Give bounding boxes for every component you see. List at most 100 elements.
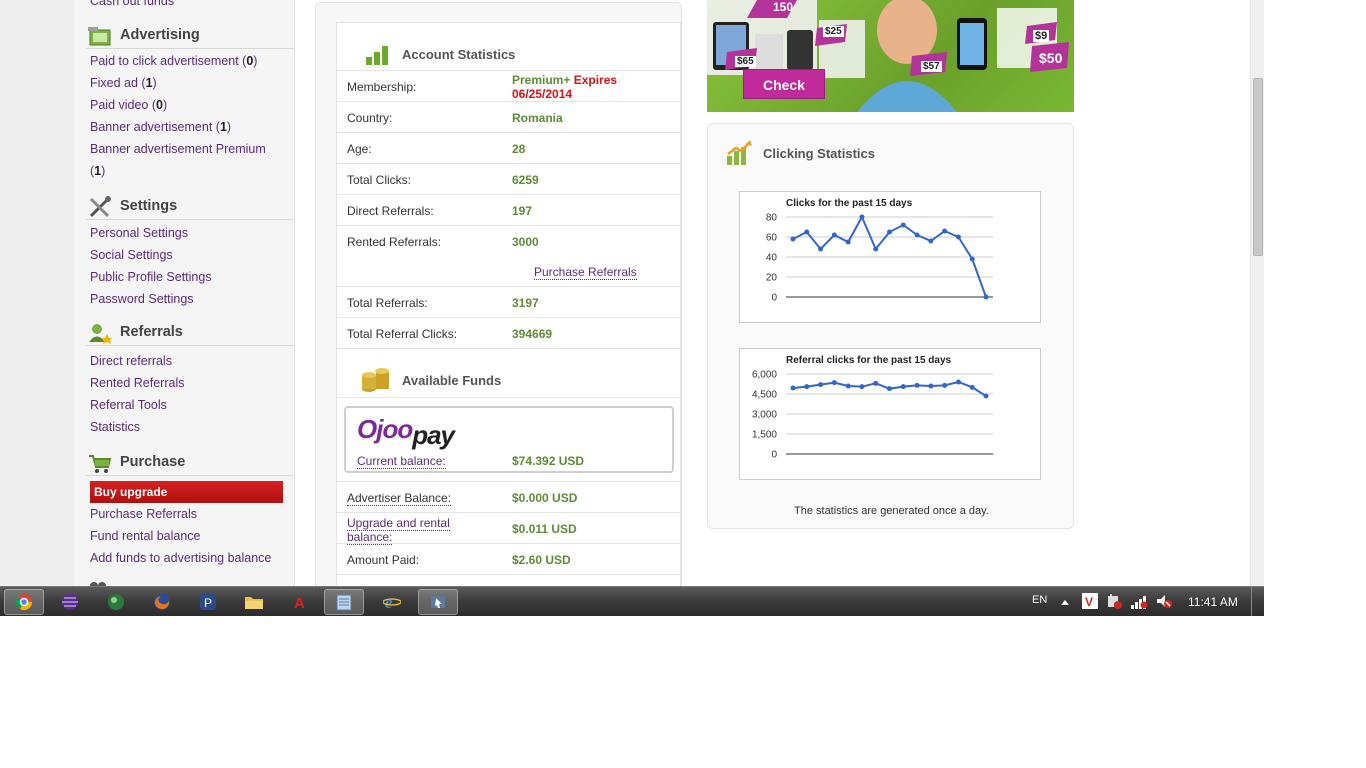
taskbar-app-3[interactable]	[96, 589, 136, 615]
data-point[interactable]	[914, 232, 920, 238]
sidebar-item-fund-rental[interactable]: Fund rental balance	[90, 529, 201, 543]
sidebar-item-social-settings[interactable]: Social Settings	[90, 248, 173, 262]
data-point[interactable]	[804, 229, 810, 235]
sidebar-item-paid-video[interactable]: Paid video (0)	[90, 98, 167, 112]
volume-muted-icon[interactable]	[1156, 593, 1172, 609]
sidebar-item-ptc[interactable]: Paid to click advertisement (0)	[90, 54, 257, 68]
svg-text:e: e	[385, 593, 393, 611]
sidebar-item-banner-premium[interactable]: Banner advertisement Premium	[90, 142, 266, 156]
clock[interactable]: 11:41 AM	[1188, 595, 1238, 609]
data-point[interactable]	[969, 384, 975, 390]
promo-banner[interactable]: 150 $25 $65 $57 $9 $50 Check	[707, 0, 1074, 112]
sidebar-item-public-profile[interactable]: Public Profile Settings	[90, 270, 212, 284]
scrollbar-thumb[interactable]	[1253, 78, 1263, 256]
sidebar-item-banner[interactable]: Banner advertisement (1)	[90, 120, 231, 134]
data-point[interactable]	[845, 239, 851, 245]
sidebar-heading-label: Advertising	[120, 27, 200, 43]
svg-text:V: V	[1085, 595, 1093, 609]
stat-label: Total Referral Clicks:	[347, 327, 458, 341]
acrobat-icon: A	[294, 595, 305, 611]
stat-row: Total Clicks: 6259	[337, 164, 680, 195]
data-point[interactable]	[831, 380, 837, 386]
statistics-note: The statistics are generated once a day.	[794, 505, 989, 517]
sidebar-item-statistics[interactable]: Statistics	[90, 420, 140, 434]
data-point[interactable]	[831, 232, 837, 238]
data-point[interactable]	[859, 384, 865, 390]
purchase-referrals-link[interactable]: Purchase Referrals	[534, 265, 637, 280]
taskbar-app-2[interactable]	[50, 589, 90, 615]
data-point[interactable]	[873, 246, 879, 252]
amount-paid-label: Amount Paid:	[347, 553, 420, 567]
taskbar-notepad[interactable]	[324, 589, 364, 615]
show-desktop-button[interactable]	[1251, 587, 1264, 616]
data-point[interactable]	[887, 229, 892, 235]
data-point[interactable]	[914, 382, 920, 388]
referral-clicks-chart: Referral clicks for the past 15 days 6,0…	[739, 348, 1041, 480]
data-point[interactable]	[818, 246, 824, 252]
vertical-scrollbar[interactable]	[1250, 0, 1264, 586]
taskbar-app-5[interactable]: P	[188, 589, 228, 615]
sidebar-item-fixed-ad[interactable]: Fixed ad (1)	[90, 76, 157, 90]
stat-label: Total Referrals:	[347, 296, 428, 310]
power-icon[interactable]	[1106, 593, 1122, 609]
data-point[interactable]	[983, 393, 989, 399]
buy-upgrade-button[interactable]: Buy upgrade	[90, 481, 283, 503]
taskbar-chrome[interactable]	[4, 589, 44, 615]
sidebar-heading-label: Purchase	[120, 454, 186, 470]
language-indicator[interactable]: EN	[1032, 594, 1047, 606]
advertiser-balance-label[interactable]: Advertiser Balance:	[347, 491, 452, 506]
data-point[interactable]	[928, 383, 934, 389]
promo-price-tag: $57	[921, 61, 942, 72]
sidebar-item-direct-referrals[interactable]: Direct referrals	[90, 354, 172, 368]
data-point[interactable]	[859, 214, 865, 220]
account-statistics-panel: Account Statistics Membership: Premium+ …	[336, 22, 681, 592]
sidebar-item-banner-premium-count[interactable]: (1)	[90, 164, 105, 178]
y-tick-label: 0	[771, 293, 777, 304]
data-point[interactable]	[955, 234, 961, 240]
y-tick-label: 0	[771, 450, 777, 461]
data-point[interactable]	[845, 383, 851, 389]
taskbar-app-10[interactable]	[418, 589, 458, 615]
taskbar-explorer[interactable]	[234, 589, 274, 615]
data-point[interactable]	[887, 386, 892, 392]
data-point[interactable]	[804, 384, 810, 390]
data-point[interactable]	[790, 236, 796, 242]
sidebar-item-rented-referrals[interactable]: Rented Referrals	[90, 376, 185, 390]
data-point[interactable]	[790, 385, 796, 391]
sidebar-item-referral-tools[interactable]: Referral Tools	[90, 398, 167, 412]
app-p-icon: P	[200, 594, 216, 610]
sidebar-item-personal-settings[interactable]: Personal Settings	[90, 226, 188, 240]
y-tick-label: 60	[766, 233, 778, 244]
upgrade-balance-label[interactable]: Upgrade and rental balance:	[347, 516, 450, 545]
data-point[interactable]	[900, 384, 906, 390]
y-tick-label: 6,000	[752, 370, 777, 381]
data-point[interactable]	[928, 238, 934, 244]
data-point[interactable]	[873, 380, 879, 386]
network-icon[interactable]	[1130, 593, 1148, 609]
stat-label: Country:	[347, 111, 393, 125]
antivirus-icon[interactable]: V	[1082, 593, 1098, 609]
data-point[interactable]	[955, 379, 961, 385]
stat-row: Total Referrals: 3197	[337, 287, 680, 318]
sidebar-link-cash-out[interactable]: Cash out funds	[90, 0, 174, 8]
sidebar-heading-label: Referrals	[120, 324, 183, 340]
sidebar-item-add-funds[interactable]: Add funds to advertising balance	[90, 551, 271, 565]
taskbar-firefox[interactable]	[142, 589, 182, 615]
taskbar-ie[interactable]: e	[372, 589, 412, 615]
data-point[interactable]	[900, 222, 906, 228]
data-point[interactable]	[818, 382, 824, 388]
current-balance-value: $74.392 USD	[512, 454, 585, 468]
bar-chart-icon	[366, 46, 388, 65]
stat-value: 394669	[512, 327, 553, 341]
data-point[interactable]	[942, 228, 948, 234]
data-point[interactable]	[942, 382, 948, 388]
show-hidden-icons-icon[interactable]	[1060, 598, 1070, 606]
taskbar-acrobat[interactable]: A	[280, 589, 320, 615]
check-button[interactable]: Check	[743, 69, 825, 99]
stat-value: 3000	[512, 235, 539, 249]
data-point[interactable]	[969, 256, 975, 262]
current-balance-label[interactable]: Current balance:	[357, 454, 446, 469]
sidebar-item-password-settings[interactable]: Password Settings	[90, 292, 194, 306]
sidebar-item-purchase-referrals[interactable]: Purchase Referrals	[90, 507, 197, 521]
data-point[interactable]	[983, 294, 989, 300]
